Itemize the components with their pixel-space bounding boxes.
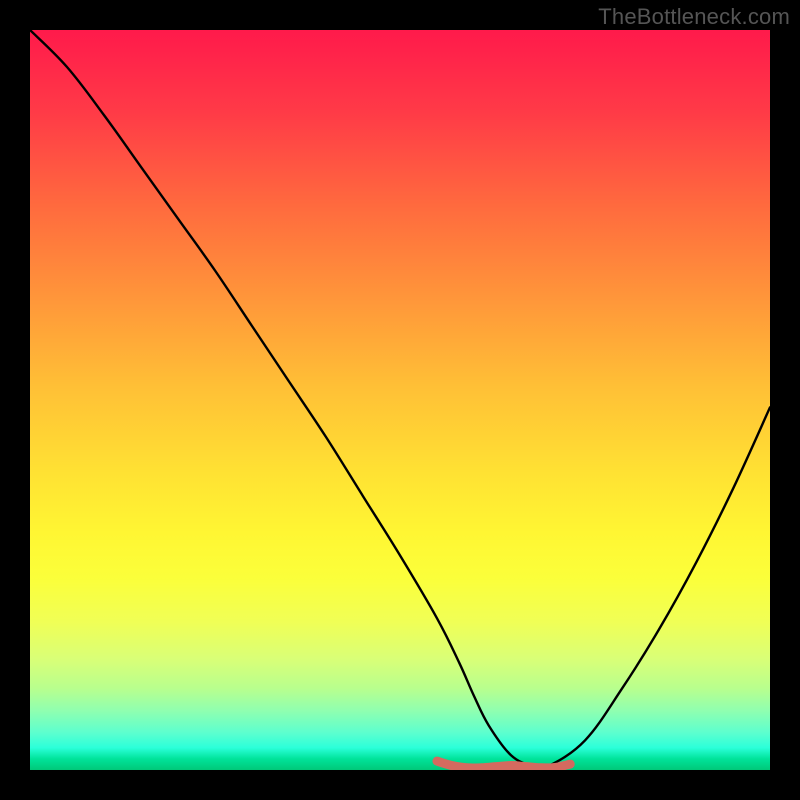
optimal-band-path: [437, 761, 570, 768]
chart-frame: TheBottleneck.com: [0, 0, 800, 800]
plot-area: [30, 30, 770, 770]
chart-svg: [30, 30, 770, 770]
bottleneck-curve-path: [30, 30, 770, 769]
watermark-text: TheBottleneck.com: [598, 4, 790, 30]
